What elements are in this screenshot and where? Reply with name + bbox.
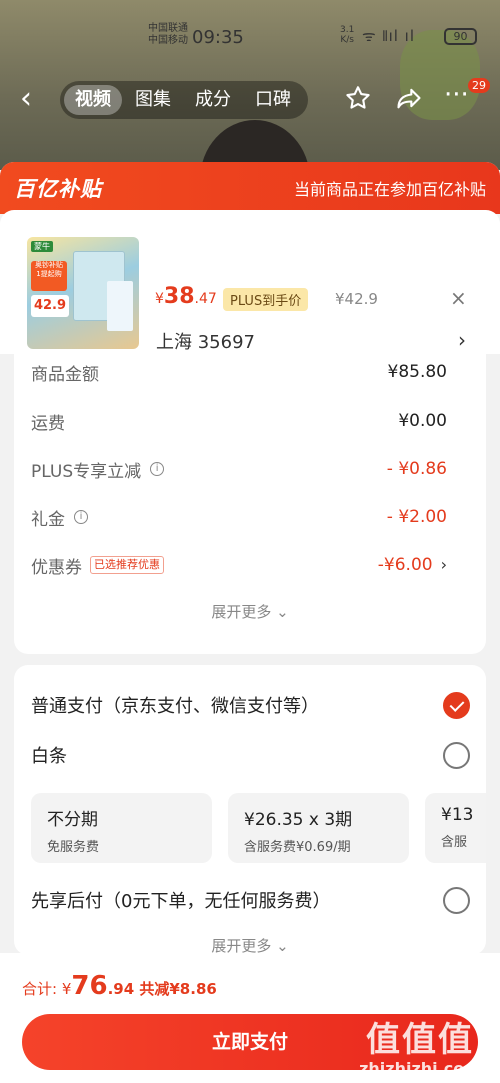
original-price: ¥42.9	[335, 290, 378, 308]
total-decimal: .94	[107, 980, 135, 998]
price-currency: ¥	[155, 291, 164, 307]
checkout-footer: 合计: ¥76.94 共减¥8.86 立即支付 值值值 zhizhizhi.co…	[0, 953, 500, 1083]
notification-badge: 29	[468, 78, 490, 93]
expand-more-amounts[interactable]: 展开更多 ⌄	[14, 601, 486, 622]
price-integer: 38	[163, 284, 195, 309]
product-image[interactable]: 蒙牛 奥钞补贴 1提起购 42.9	[27, 237, 139, 349]
watermark-url: zhizhizhi.com	[359, 1059, 481, 1078]
plus-discount-value: - ¥0.86	[386, 459, 447, 479]
share-icon[interactable]	[395, 84, 423, 119]
tab-video[interactable]: 视频	[64, 85, 122, 115]
gift-value: - ¥2.00	[386, 507, 447, 527]
pay-option-normal-label: 普通支付（京东支付、微信支付等）	[31, 696, 319, 717]
gift-row: 礼金 i - ¥2.00	[31, 502, 447, 532]
total-integer: 76	[71, 971, 108, 1001]
coupon-value: -¥6.00 ›	[378, 555, 447, 575]
pay-option-later[interactable]: 先享后付（0元下单，无任何服务费）	[31, 885, 470, 915]
plan-title: ¥26.35 x 3期	[244, 810, 353, 830]
coupon-row[interactable]: 优惠券 已选推荐优惠 -¥6.00 ›	[31, 550, 447, 580]
plan-title: ¥13	[441, 805, 474, 825]
carrier-labels: 中国联通 中国移动	[148, 23, 188, 47]
clock: 09:35	[192, 27, 244, 48]
milk-carton	[107, 281, 133, 331]
back-icon[interactable]: ‹	[20, 82, 32, 116]
pay-option-baitiao[interactable]: 白条	[31, 740, 470, 770]
coupon-tag: 已选推荐优惠	[90, 556, 164, 574]
chevron-right-icon[interactable]: ›	[441, 555, 447, 574]
chevron-right-icon[interactable]: ›	[458, 328, 466, 352]
coupon-amount: -¥6.00	[377, 555, 433, 575]
promo-line-1: 奥钞补贴	[35, 261, 63, 269]
plus-price-badge: PLUS到手价	[223, 288, 309, 311]
goods-amount-value: ¥85.80	[387, 362, 447, 382]
product-card: 蒙牛 奥钞补贴 1提起购 42.9 ¥38.47 PLUS到手价 ¥42.9 ×…	[0, 210, 500, 354]
amount-card: 商品金额 ¥85.80 运费 ¥0.00 PLUS专享立减 i - ¥0.86 礼…	[14, 354, 486, 654]
subsidy-text: 当前商品正在参加百亿补贴	[293, 180, 486, 199]
carrier-1: 中国联通	[148, 23, 188, 34]
installment-plans: 不分期 免服务费 ¥26.35 x 3期 含服务费¥0.69/期 ¥13 含服	[31, 793, 486, 863]
plus-discount-label: PLUS专享立减 i	[31, 457, 165, 482]
saved-value: ¥8.86	[169, 980, 217, 998]
signal-icon: ᯤ 𝍪ıl ıl	[362, 27, 416, 45]
network-speed: 3.1 K/s	[340, 25, 355, 45]
info-icon[interactable]: i	[74, 510, 88, 524]
installment-plan[interactable]: ¥13 含服	[425, 793, 486, 863]
promo-price: 42.9	[31, 295, 69, 317]
order-total: 合计: ¥76.94 共减¥8.86	[22, 971, 217, 1001]
subsidy-banner: 百亿补贴 当前商品正在参加百亿补贴	[0, 162, 500, 214]
plan-subtitle: 含服	[441, 835, 468, 850]
promo-sticker: 奥钞补贴 1提起购	[31, 261, 67, 291]
pay-option-baitiao-label: 白条	[31, 746, 67, 767]
star-icon[interactable]	[344, 84, 372, 119]
battery-icon: 90	[444, 28, 477, 45]
plan-title: 不分期	[47, 810, 98, 830]
plus-price: ¥38.47	[155, 284, 217, 309]
pay-option-normal[interactable]: 普通支付（京东支付、微信支付等）	[31, 690, 470, 720]
tab-ingredients[interactable]: 成分	[184, 85, 242, 115]
shipping-label: 运费	[31, 413, 65, 434]
radio-unchecked-icon[interactable]	[443, 741, 470, 769]
promo-line-2: 1提起购	[36, 270, 62, 278]
coupon-text: 优惠券	[31, 557, 82, 578]
gift-text: 礼金	[31, 509, 65, 530]
tab-reviews[interactable]: 口碑	[244, 85, 302, 115]
price-decimal: .47	[194, 291, 217, 307]
coupon-label: 优惠券 已选推荐优惠	[31, 553, 164, 578]
carrier-2: 中国移动	[148, 35, 188, 46]
plus-discount-row: PLUS专享立减 i - ¥0.86	[31, 454, 447, 484]
pay-option-later-label: 先享后付（0元下单，无任何服务费）	[31, 891, 331, 912]
total-label: 合计:	[22, 980, 62, 998]
goods-amount-label: 商品金额	[31, 364, 99, 385]
goods-amount-row: 商品金额 ¥85.80	[31, 357, 447, 387]
plus-discount-text: PLUS专享立减	[31, 461, 142, 482]
status-bar: 中国联通 中国移动 09:35 3.1 K/s ᯤ 𝍪ıl ıl 90	[0, 22, 500, 52]
radio-unchecked-icon[interactable]	[443, 886, 470, 914]
brand-tag: 蒙牛	[31, 241, 53, 252]
radio-checked-icon[interactable]	[443, 691, 470, 719]
shipping-value: ¥0.00	[398, 411, 447, 431]
saved-label: 共减	[134, 980, 170, 998]
shipping-row: 运费 ¥0.00	[31, 406, 447, 436]
shipping-address[interactable]: 上海 35697	[156, 328, 255, 354]
more-icon[interactable]: ···	[444, 80, 469, 110]
info-icon[interactable]: i	[150, 462, 165, 476]
installment-plan[interactable]: ¥26.35 x 3期 含服务费¥0.69/期	[228, 793, 409, 863]
payment-card: 普通支付（京东支付、微信支付等） 白条 不分期 免服务费 ¥26.35 x 3期…	[14, 665, 486, 955]
tab-gallery[interactable]: 图集	[124, 85, 182, 115]
gift-label: 礼金 i	[31, 505, 88, 530]
top-nav: ‹ 视频 图集 成分 口碑 ··· 29	[0, 76, 500, 124]
watermark-logo: 值值值 zhizhizhi.com	[350, 1021, 490, 1078]
close-icon[interactable]: ×	[450, 286, 467, 310]
plan-subtitle: 含服务费¥0.69/期	[244, 840, 351, 855]
watermark-text: 值值值	[366, 1020, 474, 1060]
checkout-sheet: 百亿补贴 当前商品正在参加百亿补贴 蒙牛 奥钞补贴 1提起购 42.9 ¥38.…	[0, 162, 500, 1083]
total-currency: ¥	[61, 980, 72, 998]
subsidy-logo: 百亿补贴	[14, 177, 102, 201]
installment-plan[interactable]: 不分期 免服务费	[31, 793, 212, 863]
media-tabs: 视频 图集 成分 口碑	[60, 81, 308, 119]
plan-subtitle: 免服务费	[47, 840, 100, 855]
